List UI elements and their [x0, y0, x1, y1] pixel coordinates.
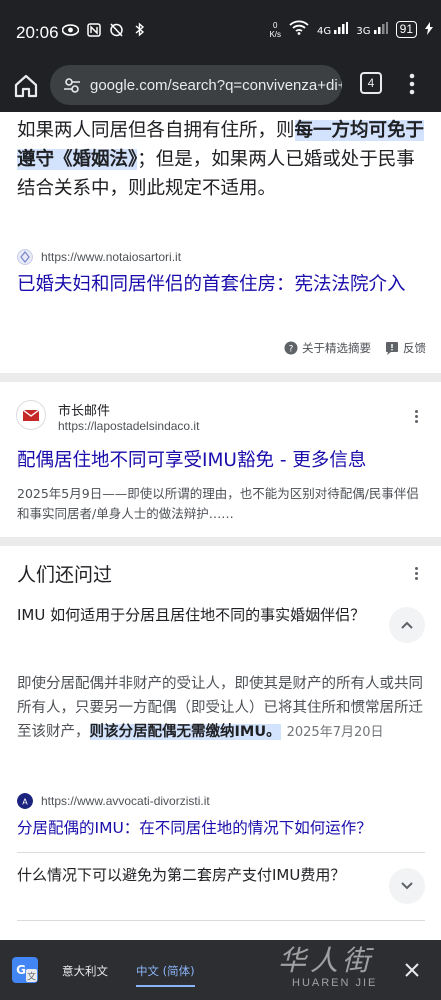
google-translate-icon[interactable]: G文 [12, 957, 38, 983]
result-description: 2025年5月9日——即使以所谓的理由，也不能为区别对待配偶/民事伴侣和事实同居… [17, 486, 419, 521]
target-language-tab[interactable]: 中文 (简体) [136, 963, 195, 987]
nfc-icon [85, 22, 102, 41]
collapse-question-button[interactable] [389, 607, 425, 643]
help-icon: ? [284, 341, 298, 355]
status-system-icons: 0 K/s 4G 3G 91 [269, 20, 433, 39]
battery-indicator: 91 [395, 21, 417, 38]
mail-envelope-icon [22, 409, 40, 421]
alarm-off-icon [108, 22, 125, 41]
chevron-down-icon [401, 882, 413, 890]
url-text[interactable]: google.com/search?q=convivenza+di+fa [90, 77, 342, 94]
answer-highlight: 则该分居配偶无需缴纳IMU。 [89, 724, 281, 740]
home-icon [14, 74, 38, 98]
result-more-options-button[interactable] [413, 410, 419, 428]
section-divider [0, 537, 441, 546]
avvocati-favicon-icon: A [17, 793, 33, 809]
search-results: 如果两人同居但各自拥有住所，则每一方均可免于遵守《婚姻法》；但是，如果两人已婚或… [0, 112, 441, 940]
svg-text:G: G [16, 963, 26, 977]
wifi-icon [289, 20, 309, 39]
signal-3g-icon: 3G [356, 22, 388, 37]
huarenjie-watermark: 华人街 HUAREN JIE [278, 944, 378, 990]
notaio-favicon-icon [17, 249, 33, 265]
result-site-name: 市长邮件 [58, 404, 111, 419]
network-speed: 0 K/s [269, 20, 282, 39]
question-divider [17, 920, 425, 921]
status-time: 20:06 [16, 23, 59, 42]
chevron-up-icon [401, 621, 413, 629]
eye-icon [61, 23, 80, 40]
paa-question-1[interactable]: IMU 如何适用于分居且居住地不同的事实婚姻伴侣？ [17, 604, 367, 627]
result-site-url: https://lapostadelsindaco.it [58, 419, 200, 433]
section-divider [0, 373, 441, 382]
paa-answer-1: 即使分居配偶并非财产的受让人，即使其是财产的所有人或共同所有人，只要另一方配偶（… [17, 676, 423, 740]
feedback-icon [386, 342, 398, 355]
sindaco-favicon [16, 400, 46, 430]
about-snippet-button[interactable]: ? 关于精选摘要 [284, 340, 371, 356]
question-divider [17, 852, 425, 853]
svg-text:?: ? [289, 345, 294, 355]
answer-source[interactable]: A https://www.avvocati-divorzisti.it [17, 793, 210, 809]
bluetooth-icon [131, 22, 148, 41]
charging-icon [425, 20, 433, 39]
featured-snippet-title-link[interactable]: 已婚夫妇和同居伴侣的首套住房：宪法法院介入 [17, 271, 427, 298]
status-notification-icons [61, 22, 148, 41]
more-vert-icon [409, 73, 415, 95]
svg-text:A: A [22, 798, 28, 807]
result-title-link[interactable]: 配偶居住地不同可享受IMU豁免 - 更多信息 [17, 447, 427, 474]
answer-date: 2025年7月20日 [286, 725, 384, 740]
people-also-ask-heading: 人们还问过 [17, 564, 113, 586]
browser-toolbar: google.com/search?q=convivenza+di+fa 4 [0, 62, 441, 112]
tab-switcher-button[interactable]: 4 [360, 72, 382, 94]
close-translate-button[interactable] [404, 962, 420, 978]
address-bar[interactable]: google.com/search?q=convivenza+di+fa [50, 65, 342, 105]
feedback-button[interactable]: 反馈 [385, 340, 426, 356]
svg-text:文: 文 [27, 971, 36, 983]
expand-question-button[interactable] [389, 868, 425, 904]
status-bar: 20:06 0 K/s 4G 3G 91 [0, 0, 441, 62]
signal-4g-icon: 4G [317, 22, 349, 37]
close-icon [405, 963, 419, 977]
paa-question-2[interactable]: 什么情况下可以避免为第二套房产支付IMU费用？ [17, 864, 367, 887]
snippet-feedback-row: ? 关于精选摘要 反馈 [284, 340, 426, 356]
source-language-tab[interactable]: 意大利文 [62, 963, 108, 979]
site-info-icon[interactable] [62, 75, 82, 95]
paa-more-options-button[interactable] [413, 567, 419, 585]
answer-source-title-link[interactable]: 分居配偶的IMU：在不同居住地的情况下如何运作？ [17, 817, 427, 839]
home-button[interactable] [12, 72, 40, 100]
overflow-menu-button[interactable] [402, 70, 422, 98]
featured-snippet-text: 如果两人同居但各自拥有住所，则每一方均可免于遵守《婚姻法》；但是，如果两人已婚或… [17, 120, 425, 199]
featured-snippet-source[interactable]: https://www.notaiosartori.it [17, 249, 181, 265]
